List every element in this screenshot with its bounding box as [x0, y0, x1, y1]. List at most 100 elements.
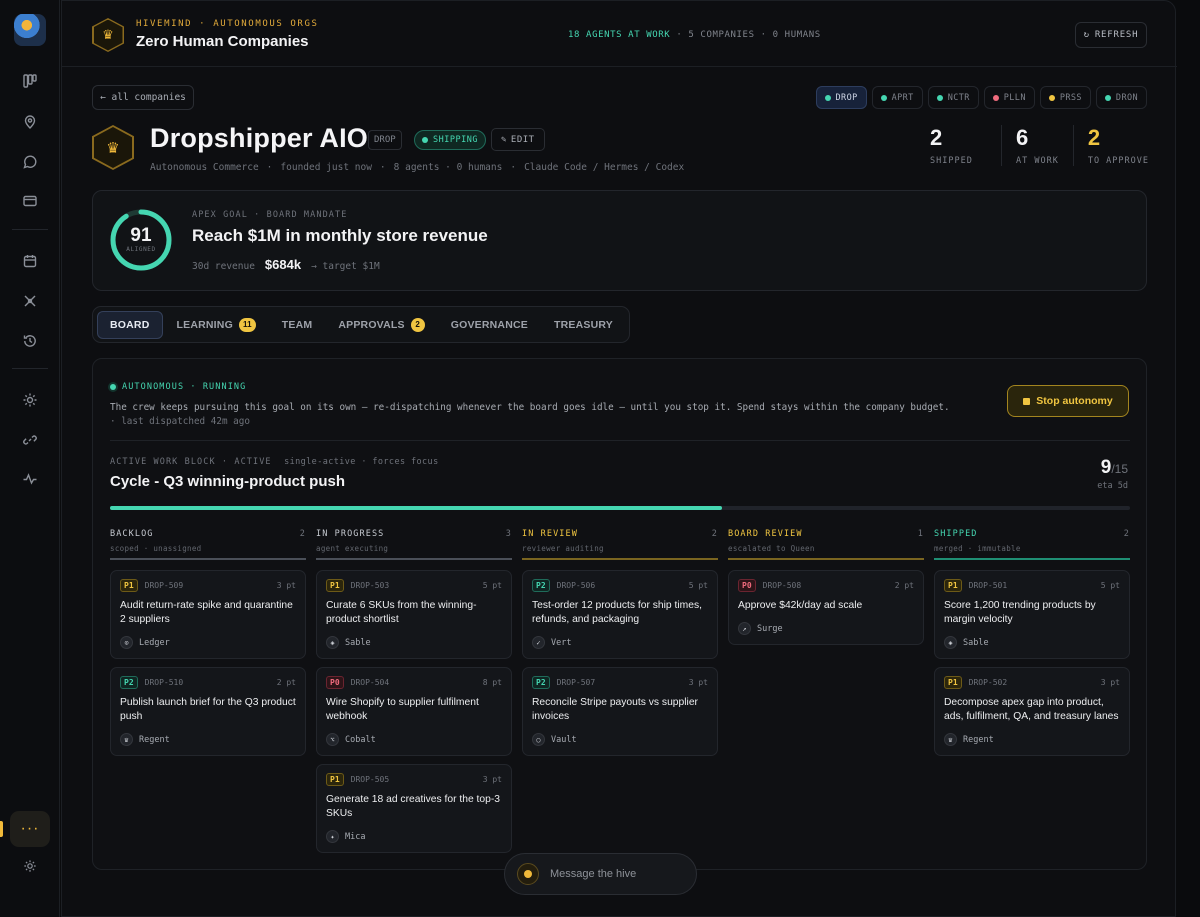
edit-button[interactable]: ✎ EDIT — [491, 128, 545, 151]
priority-badge: P2 — [532, 676, 550, 689]
company-name: Dropshipper AIO — [150, 123, 369, 153]
link-icon[interactable] — [16, 426, 44, 454]
kanban-column-board-review: BOARD REVIEW 1 escalated to Queen P0 DROP-50… — [728, 529, 924, 861]
company-ticker-nctr[interactable]: NCTR — [927, 86, 979, 109]
story-points: 5 pt — [1100, 581, 1120, 590]
work-block-eyebrow: ACTIVE WORK BLOCK · ACTIVE single-active… — [110, 457, 439, 467]
kpi-label: SHIPPED — [930, 156, 973, 166]
board-icon[interactable] — [16, 67, 44, 95]
story-points: 2 pt — [894, 581, 914, 590]
task-card[interactable]: P0 DROP-508 2 pt Approve $42k/day ad scale ↗… — [728, 570, 924, 645]
autonomy-status-label: AUTONOMOUS · RUNNING — [122, 382, 247, 392]
tab-team[interactable]: TEAM — [270, 311, 325, 339]
sun-icon[interactable] — [16, 386, 44, 414]
company-ticker-prss[interactable]: PRSS — [1039, 86, 1091, 109]
tab-label: TEAM — [281, 318, 313, 331]
kpi-label: TO APPROVE — [1087, 156, 1150, 166]
assignee: ⊙ Ledger — [120, 636, 296, 649]
revenue-value: $684k — [264, 257, 302, 272]
task-title: Decompose apex gap into product, ads, fu… — [944, 697, 1119, 722]
kpi-value: 2 — [1087, 125, 1101, 150]
apex-goal-card: 91 ALIGNED APEX GOAL · BOARD MANDATE Rea… — [92, 190, 1147, 291]
agent-avatar-icon: ⌥ — [326, 733, 339, 746]
column-subtitle: reviewer auditing — [522, 544, 604, 553]
task-card[interactable]: P1 DROP-502 3 pt Decompose apex gap into pr… — [934, 667, 1130, 756]
agent-avatar-icon: ◈ — [944, 636, 957, 649]
story-points: 2 pt — [276, 678, 296, 687]
tab-governance[interactable]: GOVERNANCE — [439, 311, 540, 339]
more-button[interactable]: ··· — [10, 811, 50, 847]
brand-eyebrow: HIVEMIND · AUTONOMOUS ORGS — [136, 19, 319, 29]
column-rule — [934, 558, 1130, 560]
assignee: ✦ Mica — [326, 830, 502, 843]
tab-board[interactable]: BOARD — [97, 310, 163, 339]
company-ticker-aprt[interactable]: APRT — [871, 86, 923, 109]
tab-approvals[interactable]: APPROVALS 2 — [326, 311, 436, 339]
rail-divider — [12, 368, 48, 369]
agent-name: Vert — [551, 637, 572, 648]
location-icon[interactable] — [16, 108, 44, 136]
agent-name: Surge — [757, 623, 783, 634]
column-subtitle: escalated to Queen — [728, 544, 815, 553]
hivemind-logo[interactable] — [14, 14, 46, 46]
column-count: 2 — [711, 529, 718, 539]
task-card[interactable]: P1 DROP-505 3 pt Generate 18 ad creatives f… — [316, 764, 512, 853]
rail-divider — [12, 229, 48, 230]
top-bar: ♛ HIVEMIND · AUTONOMOUS ORGS Zero Human … — [62, 1, 1177, 67]
task-card[interactable]: P1 DROP-501 5 pt Score 1,200 trending produ… — [934, 570, 1130, 659]
company-ticker-plln[interactable]: PLLN — [983, 86, 1035, 109]
revenue-label: 30d revenue — [192, 261, 255, 272]
kanban-column-shipped: SHIPPED 2 merged · immutable P1 DROP-501 5 pt… — [934, 529, 1130, 861]
autonomy-description: The crew keeps pursuing this goal on its… — [110, 401, 960, 429]
ticker-dot — [1104, 94, 1111, 101]
task-card[interactable]: P2 DROP-506 5 pt Test-order 12 products for… — [522, 570, 718, 659]
column-count: 2 — [299, 529, 306, 539]
tab-badge: 11 — [238, 317, 256, 332]
crown-logo: ♛ — [92, 18, 124, 52]
settings-icon[interactable] — [16, 852, 44, 880]
task-card[interactable]: P2 DROP-507 3 pt Reconcile Stripe payouts v… — [522, 667, 718, 756]
story-points: 3 pt — [482, 775, 502, 784]
total-count: /15 — [1111, 462, 1128, 476]
task-card[interactable]: P2 DROP-510 2 pt Publish launch brief for t… — [110, 667, 306, 756]
task-id: DROP-507 — [556, 678, 596, 687]
column-header: IN PROGRESS 3 — [316, 529, 512, 539]
company-ticker-drop[interactable]: DROP — [815, 86, 867, 109]
task-title: Generate 18 ad creatives for the top-3 S… — [326, 794, 501, 819]
all-companies-button[interactable]: ← all companies — [92, 85, 194, 110]
refresh-button[interactable]: ↻ REFRESH — [1075, 22, 1147, 48]
company-ticker-dron[interactable]: DRON — [1095, 86, 1147, 109]
meta-founded: founded just now — [280, 162, 372, 173]
tab-learning[interactable]: LEARNING 11 — [165, 311, 268, 339]
network-icon[interactable] — [16, 287, 44, 315]
wallet-icon[interactable] — [16, 187, 44, 215]
tab-label: LEARNING — [176, 318, 233, 331]
tab-treasury[interactable]: TREASURY — [542, 311, 625, 339]
chat-icon[interactable] — [16, 148, 44, 176]
stop-autonomy-button[interactable]: Stop autonomy — [1007, 385, 1129, 417]
card-meta: P2 DROP-510 2 pt — [120, 676, 296, 689]
work-block-title: Cycle - Q3 winning-product push — [110, 473, 346, 490]
column-title: BACKLOG — [110, 529, 154, 539]
task-id: DROP-501 — [968, 581, 1008, 590]
task-card[interactable]: P0 DROP-504 8 pt Wire Shopify to supplier f… — [316, 667, 512, 756]
history-icon[interactable] — [16, 327, 44, 355]
story-points: 3 pt — [688, 678, 708, 687]
message-hive-input[interactable]: Message the hive — [504, 853, 697, 895]
card-meta: P1 DROP-502 3 pt — [944, 676, 1120, 689]
work-block-count: 9/15 — [1101, 457, 1128, 479]
task-card[interactable]: P1 DROP-503 5 pt Curate 6 SKUs from the win… — [316, 570, 512, 659]
agent-avatar-icon: ✓ — [532, 636, 545, 649]
story-points: 5 pt — [482, 581, 502, 590]
column-header: IN REVIEW 2 — [522, 529, 718, 539]
task-title: Score 1,200 trending products by margin … — [944, 600, 1096, 625]
activity-icon[interactable] — [16, 465, 44, 493]
priority-badge: P1 — [326, 579, 344, 592]
story-points: 8 pt — [482, 678, 502, 687]
task-card[interactable]: P1 DROP-509 3 pt Audit return-rate spike an… — [110, 570, 306, 659]
task-id: DROP-508 — [762, 581, 802, 590]
agents-at-work: 18 AGENTS AT WORK — [568, 30, 671, 40]
calendar-icon[interactable] — [16, 247, 44, 275]
refresh-label: REFRESH — [1094, 30, 1139, 40]
agent-avatar-icon: ↗ — [738, 622, 751, 635]
